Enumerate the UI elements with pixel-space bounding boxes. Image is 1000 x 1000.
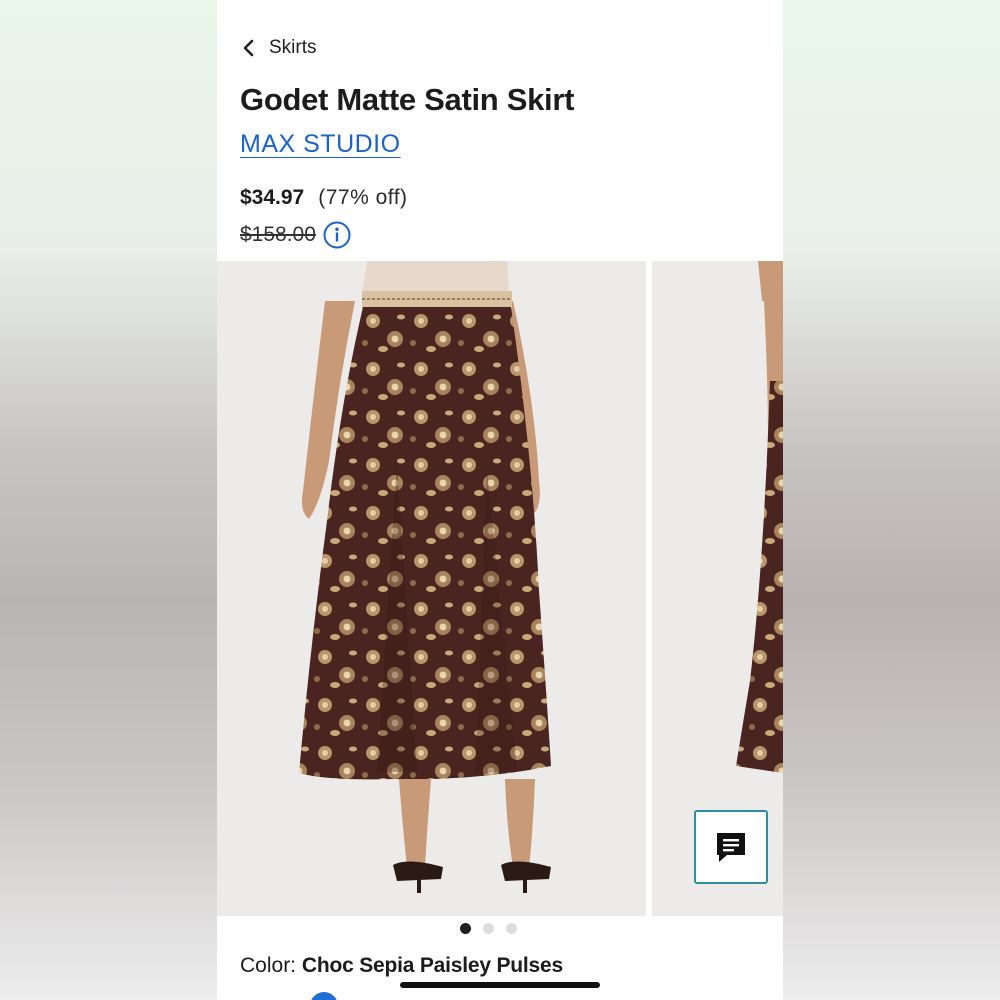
carousel-dot-1[interactable] (460, 923, 471, 934)
blurred-backdrop-left (0, 0, 217, 1000)
carousel-dot-2[interactable] (483, 923, 494, 934)
sale-price: $34.97 (240, 186, 305, 209)
price-row: $34.97 (77% off) (240, 186, 408, 210)
original-price: $158.00 (240, 223, 316, 246)
discount-percent: (77% off) (318, 186, 408, 209)
color-value: Choc Sepia Paisley Pulses (301, 954, 563, 977)
color-label: Color: (240, 954, 302, 977)
chat-icon (717, 833, 745, 862)
original-price-row: $158.00 (240, 220, 352, 250)
home-indicator (400, 982, 600, 988)
brand-link[interactable]: MAX STUDIO (240, 130, 401, 159)
info-icon[interactable] (322, 220, 352, 250)
back-link-label: Skirts (269, 37, 317, 58)
chat-button[interactable] (694, 810, 768, 884)
carousel-dots (460, 923, 517, 934)
color-row: Color: Choc Sepia Paisley Pulses (240, 954, 563, 978)
chevron-left-icon (243, 39, 254, 57)
blurred-backdrop-right (783, 0, 1000, 1000)
carousel-dot-3[interactable] (506, 923, 517, 934)
product-title: Godet Matte Satin Skirt (240, 82, 575, 117)
back-link[interactable]: Skirts (241, 34, 317, 62)
product-image-main[interactable] (217, 261, 646, 916)
color-swatch[interactable] (310, 992, 338, 1000)
skirt-photo (217, 261, 646, 916)
product-page: Skirts Godet Matte Satin Skirt MAX STUDI… (217, 0, 783, 1000)
